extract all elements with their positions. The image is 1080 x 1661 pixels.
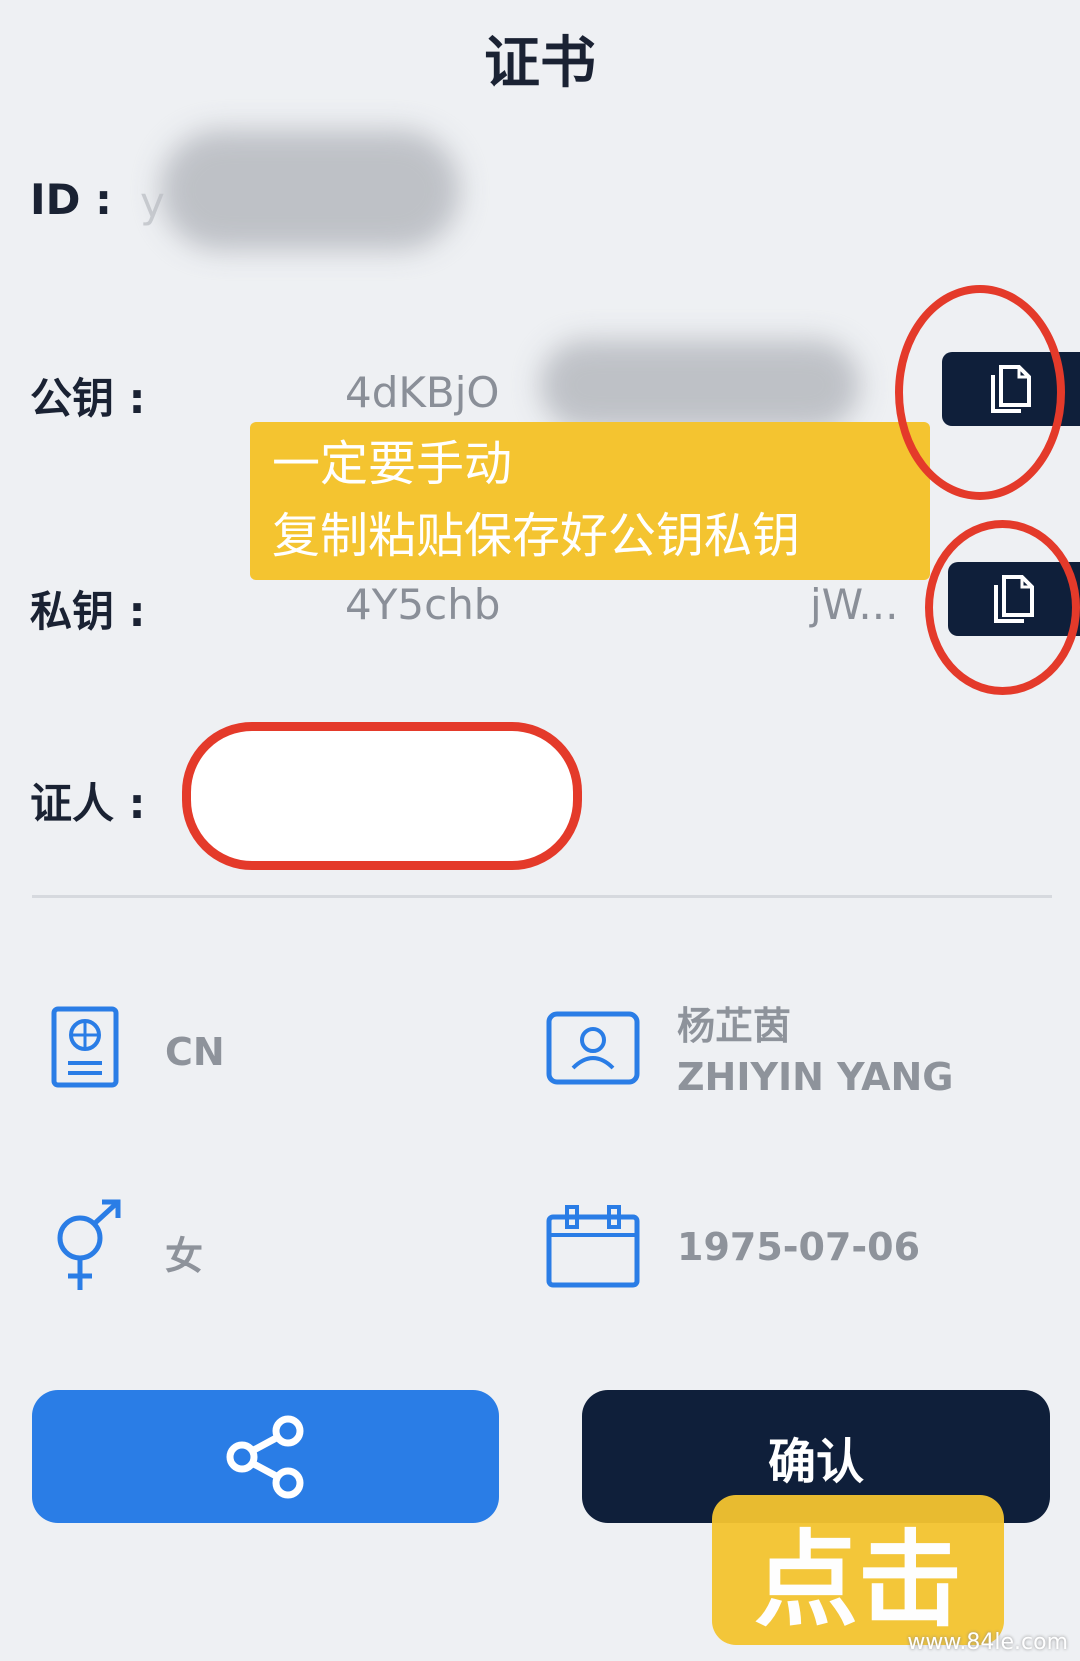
annotation-circle [925, 520, 1080, 695]
calendar-icon [545, 1205, 641, 1293]
redaction-smudge [540, 340, 860, 430]
birthdate-value: 1975-07-06 [677, 1225, 921, 1269]
annotation-banner: 一定要手动 复制粘贴保存好公钥私钥 [250, 422, 930, 580]
banner-line-1: 一定要手动 [272, 436, 513, 492]
private-key-value: 4Y5chb [345, 580, 501, 629]
public-key-value: 4dKBjO [345, 368, 500, 417]
tap-hint-annotation: 点击 [712, 1495, 1004, 1645]
private-key-tail: jW... [810, 580, 899, 629]
watermark: www.84le.com [907, 1630, 1068, 1655]
passport-icon [50, 1005, 120, 1093]
banner-line-2: 复制粘贴保存好公钥私钥 [272, 508, 801, 564]
divider [32, 895, 1052, 898]
name-en: ZHIYIN YANG [677, 1055, 954, 1099]
witness-label: 证人 : [30, 779, 146, 828]
private-key-label: 私钥 : [30, 587, 146, 636]
share-icon [226, 1415, 303, 1498]
nationality-value: CN [165, 1030, 225, 1074]
witness-redaction [182, 722, 582, 870]
id-card-icon [545, 1010, 641, 1090]
public-key-label: 公钥 : [30, 374, 146, 423]
redaction-smudge [160, 130, 460, 250]
id-label: ID : [30, 175, 112, 224]
name-cn: 杨芷茵 [677, 1004, 792, 1048]
share-button[interactable] [32, 1390, 499, 1523]
gender-value: 女 [165, 1234, 204, 1278]
annotation-circle [895, 285, 1065, 500]
gender-icon [48, 1198, 128, 1298]
page-title: 证书 [484, 31, 596, 96]
